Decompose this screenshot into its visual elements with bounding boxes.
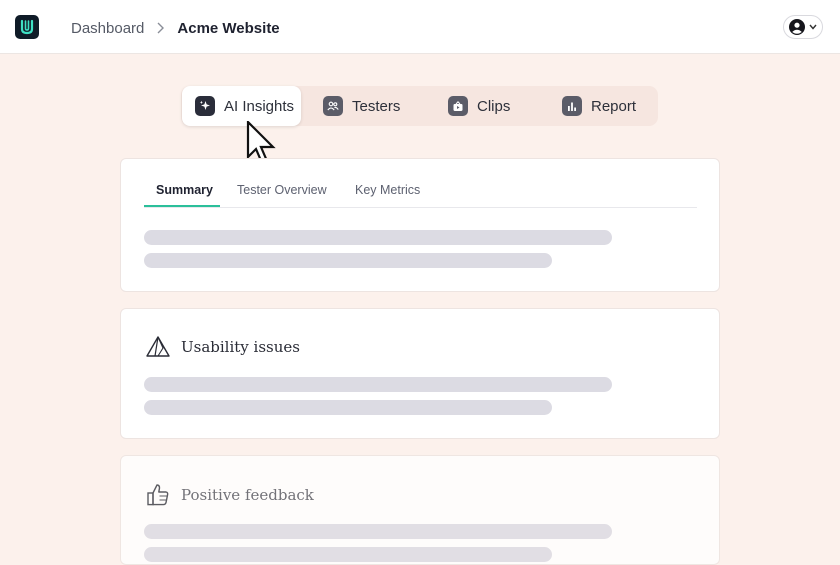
- tab-report[interactable]: Report: [550, 86, 655, 126]
- tab-clips[interactable]: Clips: [436, 86, 536, 126]
- chevron-right-icon: [157, 22, 165, 34]
- bar-chart-icon: [562, 96, 582, 116]
- thumbs-up-icon: [147, 484, 169, 506]
- view-switcher: AI Insights Testers Clips Report: [181, 86, 658, 126]
- warning-triangle-icon: [146, 336, 170, 357]
- users-icon: [323, 96, 343, 116]
- loading-placeholder-line: [144, 400, 552, 415]
- loading-placeholder-line: [144, 524, 612, 539]
- user-circle-icon: [789, 19, 805, 35]
- usability-issues-card: Usability issues: [120, 308, 720, 439]
- card-header: Positive feedback: [145, 482, 314, 508]
- summary-subtabs: Summary Tester Overview Key Metrics: [144, 183, 697, 208]
- positive-feedback-card: Positive feedback: [120, 455, 720, 565]
- tab-label: AI Insights: [224, 97, 295, 115]
- active-tab-indicator: [144, 205, 220, 207]
- card-title: Positive feedback: [181, 486, 314, 504]
- breadcrumb-dashboard-link[interactable]: Dashboard: [71, 20, 144, 37]
- tab-label: Report: [591, 97, 637, 115]
- tab-label: Testers: [352, 97, 401, 115]
- chevron-down-icon: [809, 24, 817, 30]
- tab-label: Clips: [477, 97, 511, 115]
- subtab-summary[interactable]: Summary: [156, 183, 213, 206]
- breadcrumb-current-page: Acme Website: [177, 19, 280, 37]
- tab-testers[interactable]: Testers: [311, 86, 421, 126]
- card-title: Usability issues: [181, 338, 300, 356]
- top-bar: Dashboard Acme Website: [0, 0, 840, 54]
- loading-placeholder-line: [144, 253, 552, 268]
- loading-placeholder-line: [144, 230, 612, 245]
- breadcrumb: Dashboard Acme Website: [71, 18, 280, 38]
- subtab-tester-overview[interactable]: Tester Overview: [237, 183, 327, 206]
- video-clip-icon: [448, 96, 468, 116]
- account-menu-button[interactable]: [783, 15, 823, 39]
- summary-card: Summary Tester Overview Key Metrics: [120, 158, 720, 292]
- tab-ai-insights[interactable]: AI Insights: [182, 86, 301, 126]
- loading-placeholder-line: [144, 377, 612, 392]
- app-logo-icon[interactable]: [15, 15, 39, 39]
- loading-placeholder-line: [144, 547, 552, 562]
- card-header: Usability issues: [145, 335, 300, 359]
- sparkle-icon: [195, 96, 215, 116]
- subtab-key-metrics[interactable]: Key Metrics: [355, 183, 420, 206]
